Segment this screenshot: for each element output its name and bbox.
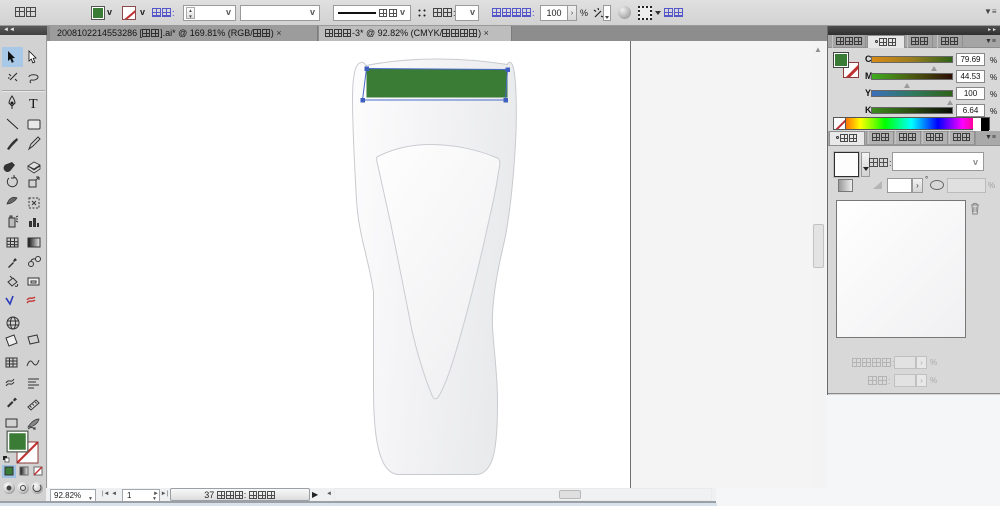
svg-text:T: T [29, 97, 38, 112]
